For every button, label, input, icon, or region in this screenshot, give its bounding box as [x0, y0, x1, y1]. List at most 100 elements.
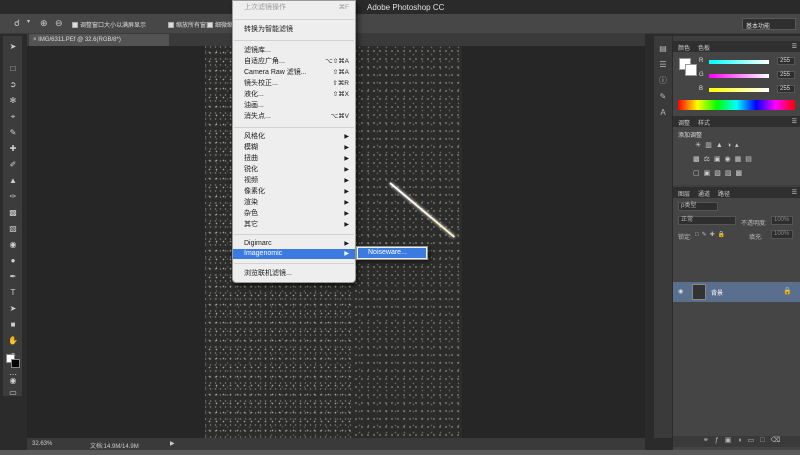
visibility-eye-icon[interactable]: ◉	[678, 288, 683, 295]
panel-menu-icon[interactable]: ☰	[792, 43, 797, 50]
red-gradient[interactable]	[709, 60, 769, 64]
adjustment-icons-row-2[interactable]: ▩⚖▣◉▦▤	[693, 155, 773, 163]
adjustment-icons-row-3[interactable]: ▢▣▧▨▩	[693, 169, 773, 177]
brush-preset-icon[interactable]: ✎	[658, 92, 668, 102]
menu-item-video[interactable]: 视频 ▶	[233, 176, 355, 186]
status-menu-arrow-icon[interactable]: ▶	[170, 440, 175, 447]
layer-name[interactable]: 背景	[711, 288, 723, 297]
scrubby-zoom-option[interactable]: 细微缩	[207, 20, 233, 29]
dropdown-arrow-icon[interactable]: ▾	[27, 18, 30, 25]
type-tool-icon[interactable]: T	[8, 288, 18, 298]
info-icon[interactable]: ⓘ	[658, 76, 668, 86]
brush-tool-icon[interactable]: ✐	[8, 160, 18, 170]
gradient-tool-icon[interactable]: ▧	[8, 224, 18, 234]
opacity-field[interactable]: 100%	[771, 216, 793, 225]
lasso-tool-icon[interactable]: ➲	[8, 80, 18, 90]
menu-item-filter-gallery[interactable]: 滤镜库...	[233, 46, 355, 56]
add-mask-icon[interactable]: ▣	[725, 437, 738, 444]
photo-canvas-right[interactable]	[351, 46, 462, 438]
quick-select-tool-icon[interactable]: ✻	[8, 96, 18, 106]
menu-item-vanishing-point[interactable]: 消失点... ⌥⌘V	[233, 112, 355, 122]
menu-item-noise[interactable]: 杂色 ▶	[233, 209, 355, 219]
blend-mode-select[interactable]: 正常	[678, 216, 736, 225]
menu-item-other[interactable]: 其它 ▶	[233, 220, 355, 230]
new-group-icon[interactable]: ▭	[748, 437, 761, 444]
zoom-out-icon[interactable]: ⊖	[55, 18, 63, 29]
background-swatch[interactable]	[685, 64, 697, 76]
crop-tool-icon[interactable]: ⌖	[8, 112, 18, 122]
fx-icon[interactable]: ƒ	[715, 437, 725, 444]
properties-icon[interactable]: ☰	[658, 60, 668, 70]
zoom-all-option[interactable]: 缩放所有窗口	[168, 20, 212, 29]
menu-item-camera-raw[interactable]: Camera Raw 滤镜... ⇧⌘A	[233, 68, 355, 78]
quick-mask-icon[interactable]: ◉	[8, 376, 18, 386]
blue-slider[interactable]: B 255	[699, 85, 797, 94]
menu-item-distort[interactable]: 扭曲 ▶	[233, 154, 355, 164]
menu-item-browse-online[interactable]: 浏览联机滤镜...	[233, 269, 355, 279]
eyedropper-tool-icon[interactable]: ✎	[8, 128, 18, 138]
menu-item-last-filter[interactable]: 上次滤镜操作 ⌘F	[233, 3, 355, 13]
delete-layer-icon[interactable]: ⌫	[771, 437, 787, 444]
menu-item-liquify[interactable]: 液化... ⇧⌘X	[233, 90, 355, 100]
lock-icon[interactable]: 🔒	[783, 287, 792, 295]
red-slider[interactable]: R 255	[699, 57, 797, 66]
zoom-level[interactable]: 32.63%	[32, 441, 52, 447]
history-icon[interactable]: ▤	[658, 44, 668, 54]
workspace-select[interactable]: 基本功能	[742, 18, 796, 30]
submenu-arrow-icon: ▶	[344, 222, 349, 228]
clone-stamp-tool-icon[interactable]: ▲	[8, 176, 18, 186]
character-icon[interactable]: A	[658, 108, 668, 118]
panel-menu-icon[interactable]: ☰	[792, 118, 797, 125]
menu-item-render[interactable]: 渲染 ▶	[233, 198, 355, 208]
tab-adjustments[interactable]: 调整	[678, 118, 690, 127]
green-slider[interactable]: G 255	[699, 71, 797, 80]
menu-item-stylize[interactable]: 风格化 ▶	[233, 132, 355, 142]
tab-styles[interactable]: 样式	[698, 118, 710, 127]
eraser-tool-icon[interactable]: ▩	[8, 208, 18, 218]
menu-item-sharpen[interactable]: 锐化 ▶	[233, 165, 355, 175]
history-brush-tool-icon[interactable]: ✑	[8, 192, 18, 202]
dodge-tool-icon[interactable]: ●	[8, 256, 18, 266]
marquee-tool-icon[interactable]: □	[8, 64, 18, 74]
fill-field[interactable]: 100%	[771, 230, 793, 239]
layer-kind-filter[interactable]: p类型	[678, 202, 718, 211]
link-layers-icon[interactable]: ⚭	[703, 437, 715, 444]
move-tool-icon[interactable]: ➤	[8, 42, 18, 52]
menu-item-convert-smart-filters[interactable]: 转换为智能滤镜	[233, 25, 355, 35]
menu-item-imagenomic[interactable]: Imagenomic ▶	[233, 249, 355, 259]
blur-tool-icon[interactable]: ◉	[8, 240, 18, 250]
path-select-tool-icon[interactable]: ➤	[8, 304, 18, 314]
document-tab[interactable]: × IMG/6311.PEf @ 32.6(RGB/8*)	[29, 34, 169, 46]
zoom-in-icon[interactable]: ⊕	[40, 18, 48, 29]
menu-item-blur[interactable]: 模糊 ▶	[233, 143, 355, 153]
color-spectrum[interactable]	[678, 100, 795, 110]
hand-tool-icon[interactable]: ✋	[8, 336, 18, 346]
menu-item-digimarc[interactable]: Digimarc ▶	[233, 239, 355, 249]
menu-item-pixelate[interactable]: 像素化 ▶	[233, 187, 355, 197]
background-color-swatch[interactable]	[11, 359, 20, 368]
layer-row[interactable]: ◉ 背景 🔒	[673, 282, 800, 302]
menu-item-noiseware[interactable]: Noiseware...	[358, 248, 426, 258]
menu-item-adaptive-wide-angle[interactable]: 自适应广角... ⌥⇧⌘A	[233, 57, 355, 67]
screen-mode-icon[interactable]: ▭	[8, 388, 18, 398]
menu-item-lens-correction[interactable]: 镜头校正... ⇧⌘R	[233, 79, 355, 89]
green-gradient[interactable]	[709, 74, 769, 78]
layer-thumbnail[interactable]	[692, 284, 706, 300]
healing-brush-tool-icon[interactable]: ✚	[8, 144, 18, 154]
tab-channels[interactable]: 通道	[698, 189, 710, 198]
panel-menu-icon[interactable]: ☰	[792, 189, 797, 196]
tab-swatches[interactable]: 色板	[698, 43, 710, 52]
lock-icons[interactable]: □✎✚🔒	[695, 231, 728, 238]
resize-windows-option[interactable]: 调整窗口大小以满屏显示	[72, 20, 146, 29]
blue-gradient[interactable]	[709, 88, 769, 92]
pen-tool-icon[interactable]: ✒	[8, 272, 18, 282]
adjustment-icons-row-1[interactable]: ☀▥▲◑▴	[695, 141, 775, 149]
tab-layers[interactable]: 图层	[678, 189, 690, 198]
new-adjustment-icon[interactable]: ◑	[737, 437, 747, 444]
zoom-tool-icon[interactable]: ☌	[14, 18, 20, 29]
new-layer-icon[interactable]: □	[760, 437, 770, 444]
tab-paths[interactable]: 路径	[718, 189, 730, 198]
shape-tool-icon[interactable]: ■	[8, 320, 18, 330]
menu-item-oil-paint[interactable]: 油画...	[233, 101, 355, 111]
tab-color[interactable]: 颜色	[678, 43, 690, 52]
